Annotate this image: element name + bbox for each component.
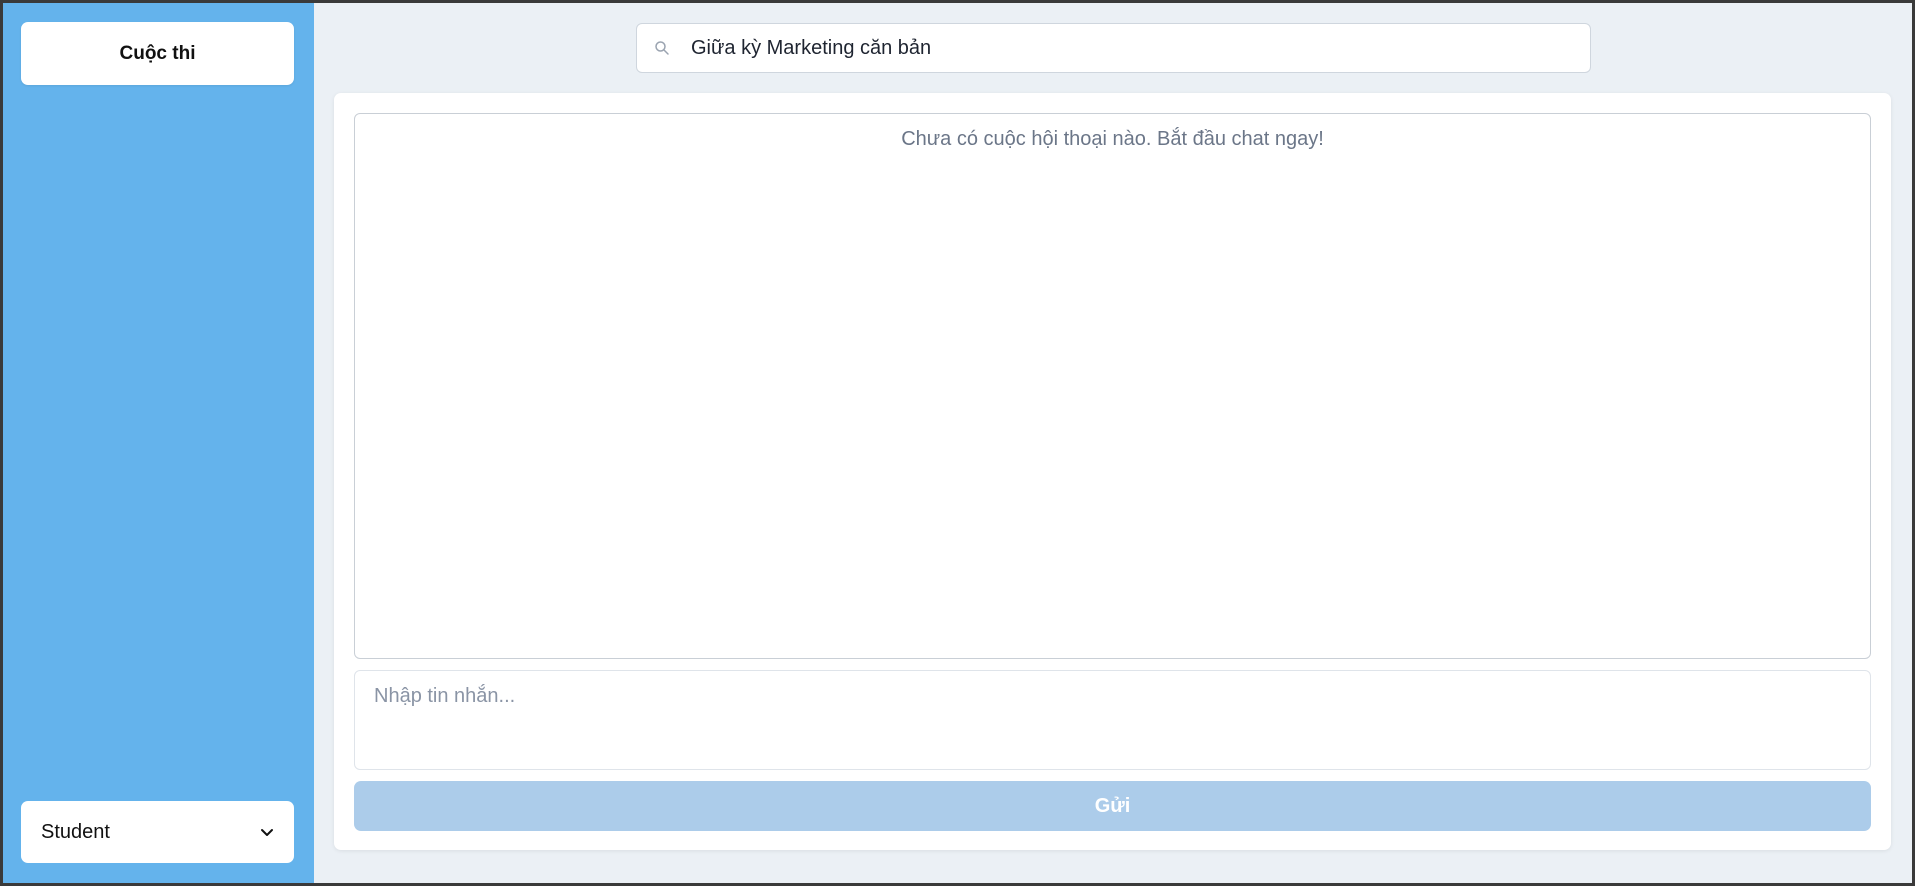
app-window: Cuộc thi Student Chưa có cuộc hội th: [0, 0, 1915, 886]
contest-button[interactable]: Cuộc thi: [21, 22, 294, 85]
search-input[interactable]: [689, 35, 1569, 61]
chevron-down-icon: [258, 823, 276, 841]
search-icon: [653, 39, 671, 57]
chat-card: Chưa có cuộc hội thoại nào. Bắt đầu chat…: [334, 93, 1891, 850]
main-content: Chưa có cuộc hội thoại nào. Bắt đầu chat…: [314, 3, 1912, 883]
search-box[interactable]: [636, 23, 1591, 73]
contest-button-label: Cuộc thi: [119, 42, 196, 64]
send-button-label: Gửi: [1094, 794, 1131, 817]
send-button[interactable]: Gửi: [354, 781, 1871, 831]
empty-conversation-message: Chưa có cuộc hội thoại nào. Bắt đầu chat…: [901, 128, 1324, 150]
role-select[interactable]: Student: [21, 801, 294, 863]
message-input[interactable]: [354, 670, 1871, 770]
role-select-value: Student: [41, 820, 110, 843]
chat-messages-area[interactable]: Chưa có cuộc hội thoại nào. Bắt đầu chat…: [354, 113, 1871, 659]
sidebar: Cuộc thi Student: [3, 3, 314, 883]
